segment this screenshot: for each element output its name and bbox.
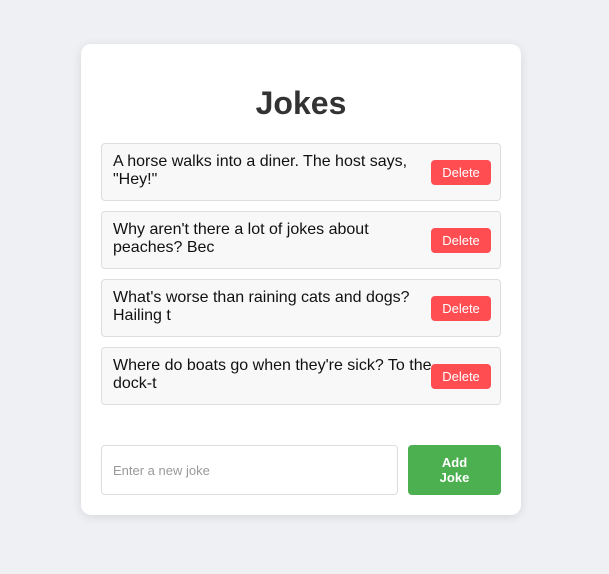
joke-text: A horse walks into a diner. The host say…	[113, 153, 408, 188]
joke-list: A horse walks into a diner. The host say…	[101, 143, 501, 415]
new-joke-input[interactable]	[101, 445, 398, 495]
joke-item: What's worse than raining cats and dogs?…	[101, 279, 501, 337]
joke-item: Where do boats go when they're sick? To …	[101, 347, 501, 405]
delete-button[interactable]: Delete	[431, 364, 491, 389]
jokes-card: Jokes A horse walks into a diner. The ho…	[81, 44, 521, 515]
delete-button[interactable]: Delete	[431, 296, 491, 321]
page-title: Jokes	[255, 85, 347, 121]
joke-item: Why aren't there a lot of jokes about pe…	[101, 211, 501, 269]
delete-button[interactable]: Delete	[431, 228, 491, 253]
joke-text: Where do boats go when they're sick? To …	[113, 357, 432, 392]
delete-button[interactable]: Delete	[431, 160, 491, 185]
joke-text: What's worse than raining cats and dogs?…	[113, 289, 410, 324]
add-joke-button[interactable]: Add Joke	[408, 445, 501, 495]
joke-text: Why aren't there a lot of jokes about pe…	[113, 221, 369, 256]
joke-item: A horse walks into a diner. The host say…	[101, 143, 501, 201]
